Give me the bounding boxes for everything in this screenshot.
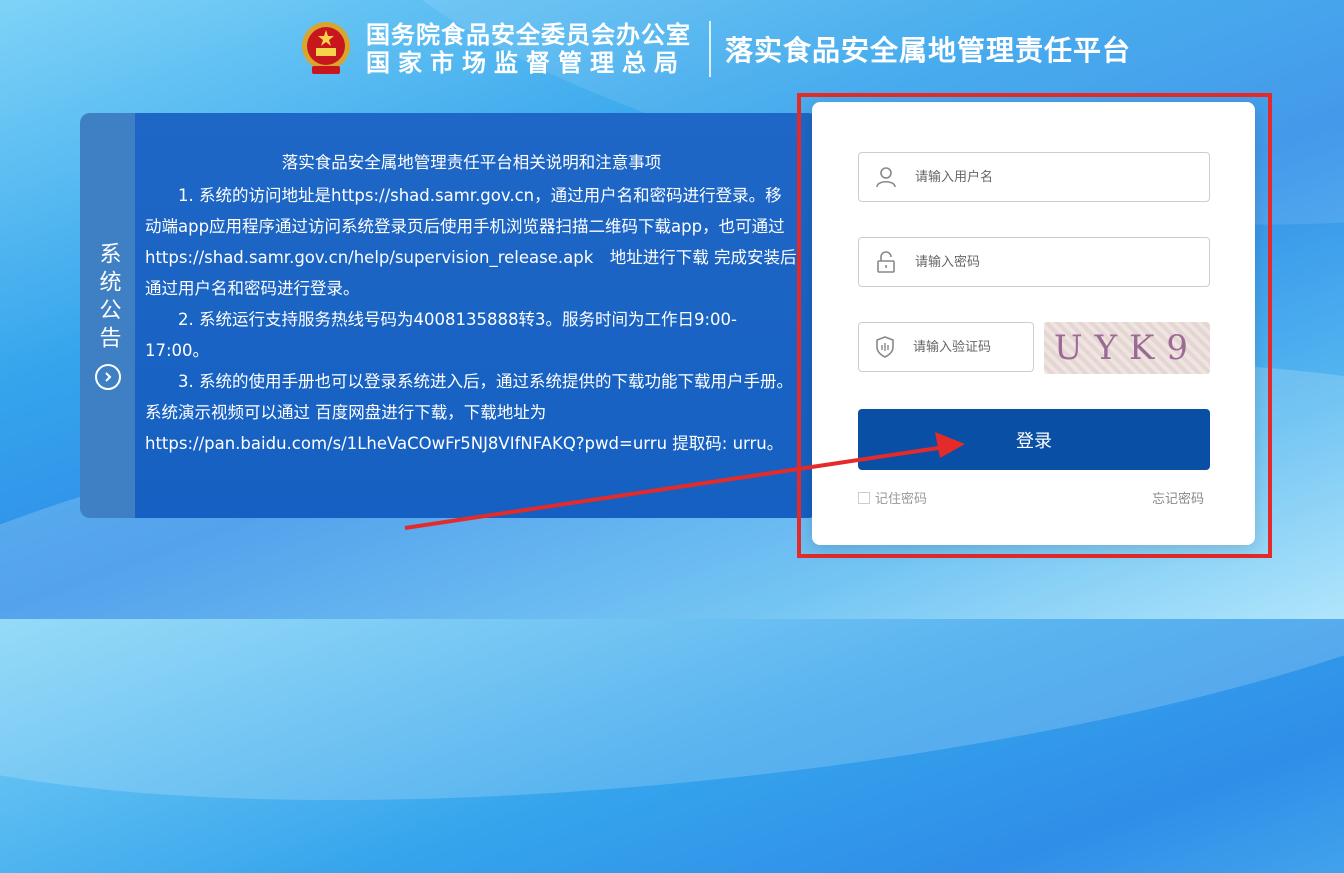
annotation-arrow bbox=[404, 432, 965, 530]
